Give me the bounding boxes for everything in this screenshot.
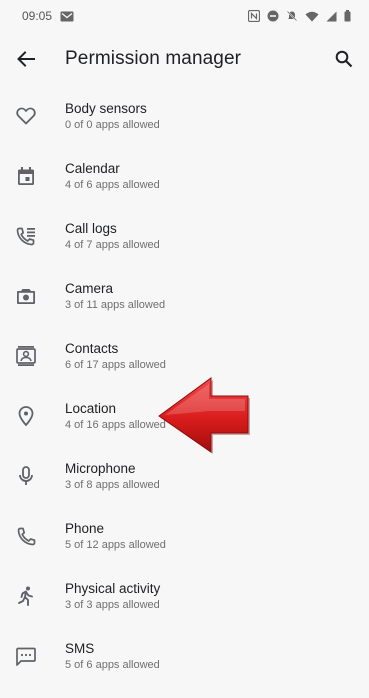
permission-summary: 0 of 0 apps allowed — [65, 119, 160, 131]
camera-icon — [14, 284, 38, 308]
permission-summary: 5 of 12 apps allowed — [65, 539, 166, 551]
permission-label: SMS — [65, 641, 95, 656]
list-item-sms[interactable]: SMS 5 of 6 apps allowed — [0, 626, 369, 686]
dnd-icon — [267, 10, 279, 22]
permission-manager-screen: 09:05 Permission manager Body sensors 0 … — [0, 0, 369, 698]
list-item-phone[interactable]: Phone 5 of 12 apps allowed — [0, 506, 369, 566]
permission-summary: 6 of 17 apps allowed — [65, 359, 166, 371]
permission-label: Contacts — [65, 341, 119, 356]
call-log-icon — [14, 224, 38, 248]
heart-icon — [14, 104, 38, 128]
status-right — [248, 10, 351, 22]
list-item-body-sensors[interactable]: Body sensors 0 of 0 apps allowed — [0, 86, 369, 146]
calendar-icon — [14, 164, 38, 188]
permission-label: Physical activity — [65, 581, 161, 596]
list-item-location[interactable]: Location 4 of 16 apps allowed — [0, 386, 369, 446]
status-bar: 09:05 — [0, 0, 369, 32]
app-bar: Permission manager — [0, 32, 369, 86]
battery-icon — [344, 10, 351, 22]
permission-list: Body sensors 0 of 0 apps allowed Calenda… — [0, 86, 369, 686]
sms-icon — [14, 644, 38, 668]
permission-summary: 3 of 3 apps allowed — [65, 599, 160, 611]
permission-label: Location — [65, 401, 117, 416]
signal-icon — [326, 11, 337, 22]
search-icon[interactable] — [331, 46, 357, 72]
permission-label: Body sensors — [65, 101, 147, 116]
page-title: Permission manager — [65, 48, 242, 69]
list-item-call-logs[interactable]: Call logs 4 of 7 apps allowed — [0, 206, 369, 266]
permission-summary: 4 of 6 apps allowed — [65, 179, 160, 191]
permission-summary: 4 of 7 apps allowed — [65, 239, 160, 251]
mute-icon — [286, 10, 298, 22]
permission-label: Phone — [65, 521, 105, 536]
permission-summary: 5 of 6 apps allowed — [65, 659, 160, 671]
permission-label: Calendar — [65, 161, 120, 176]
permission-label: Microphone — [65, 461, 136, 476]
phone-icon — [14, 524, 38, 548]
gmail-icon — [60, 11, 74, 22]
permission-summary: 3 of 11 apps allowed — [65, 299, 166, 311]
contacts-icon — [14, 344, 38, 368]
walking-icon — [14, 584, 38, 608]
list-item-microphone[interactable]: Microphone 3 of 8 apps allowed — [0, 446, 369, 506]
wifi-icon — [305, 11, 319, 22]
nfc-icon — [248, 10, 260, 22]
status-left: 09:05 — [22, 9, 74, 23]
microphone-icon — [14, 464, 38, 488]
list-item-calendar[interactable]: Calendar 4 of 6 apps allowed — [0, 146, 369, 206]
arrow-back-icon[interactable] — [13, 46, 39, 72]
list-item-camera[interactable]: Camera 3 of 11 apps allowed — [0, 266, 369, 326]
permission-label: Camera — [65, 281, 114, 296]
permission-label: Call logs — [65, 221, 117, 236]
status-time: 09:05 — [22, 9, 53, 23]
permission-summary: 3 of 8 apps allowed — [65, 479, 160, 491]
permission-summary: 4 of 16 apps allowed — [65, 419, 166, 431]
list-item-contacts[interactable]: Contacts 6 of 17 apps allowed — [0, 326, 369, 386]
location-pin-icon — [14, 404, 38, 428]
list-item-physical-activity[interactable]: Physical activity 3 of 3 apps allowed — [0, 566, 369, 626]
